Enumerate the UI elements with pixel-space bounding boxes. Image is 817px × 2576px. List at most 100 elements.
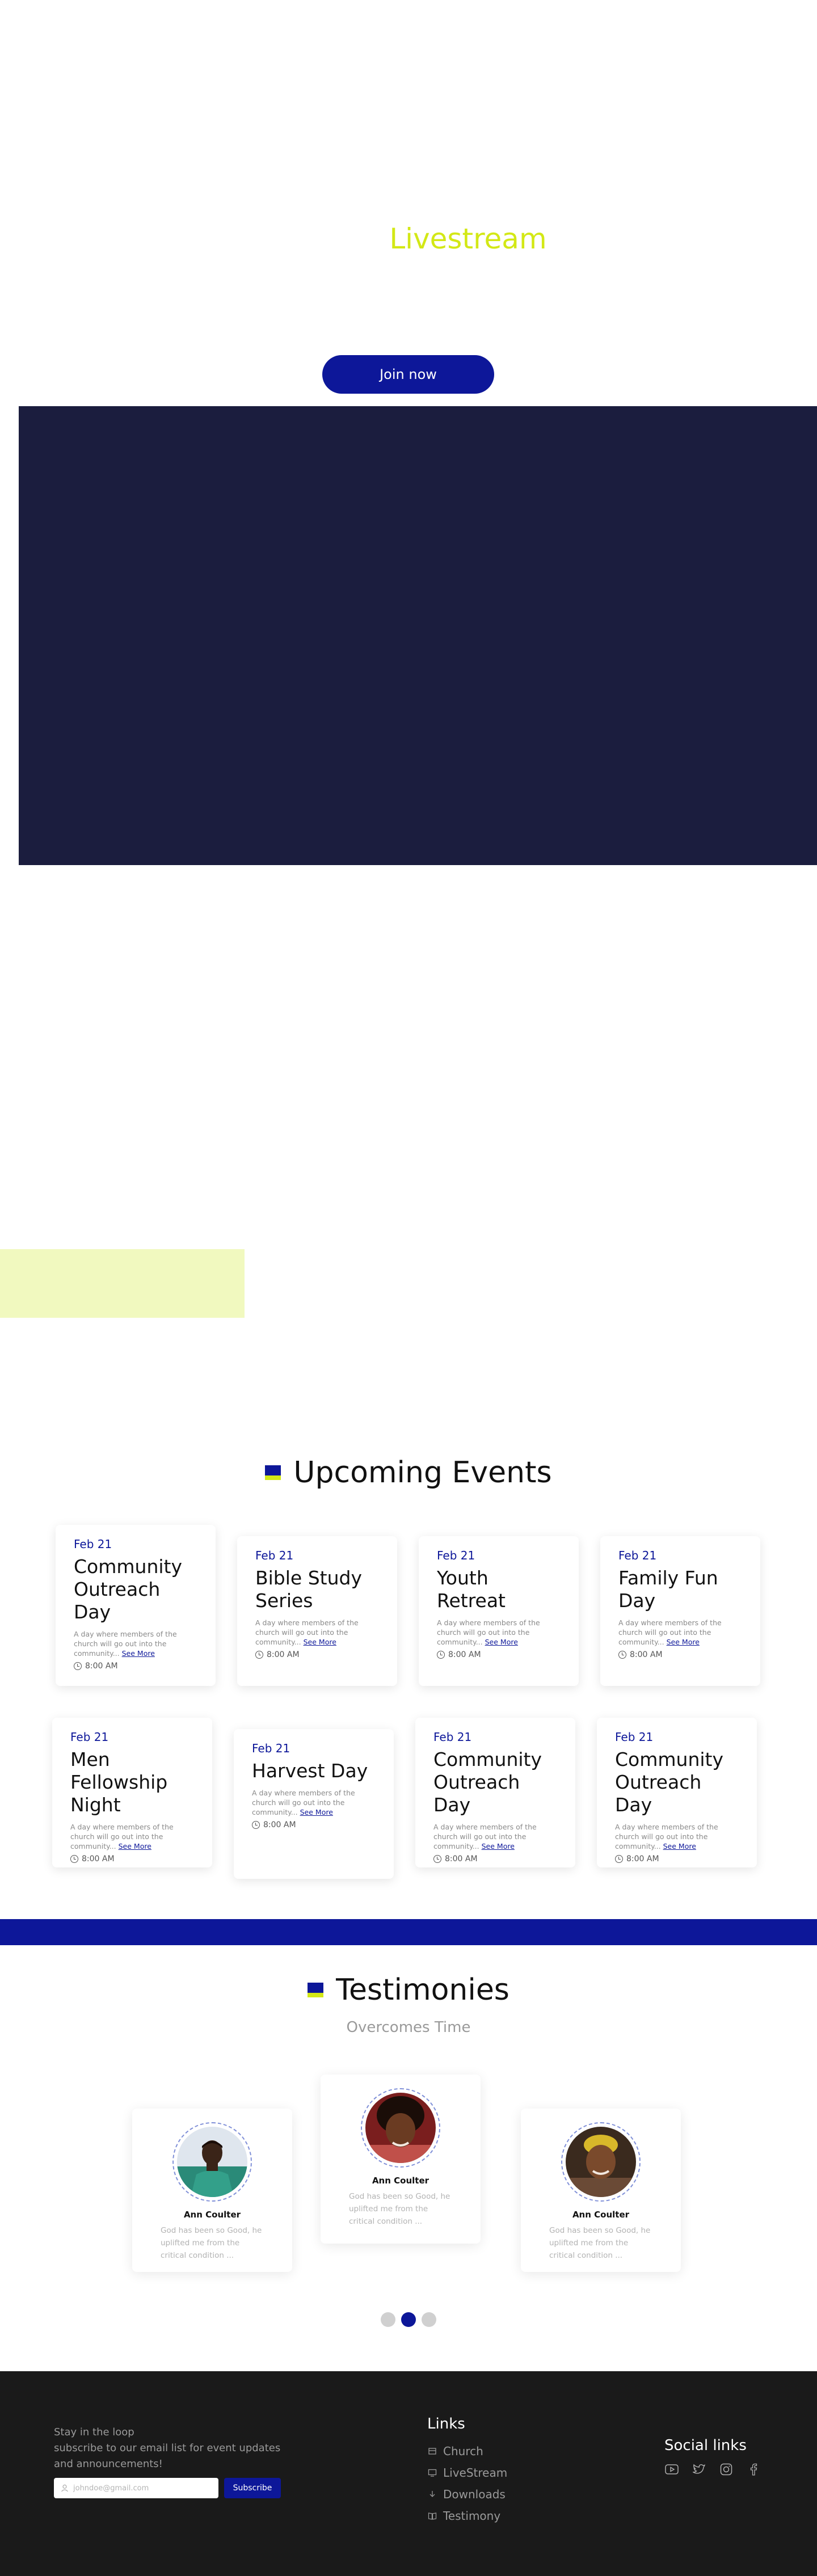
person-avatar-icon <box>365 2093 436 2163</box>
email-field-wrapper[interactable] <box>54 2478 218 2498</box>
event-title: Community Outreach Day <box>433 1748 542 1816</box>
clock-icon <box>70 1855 78 1863</box>
event-date: Feb 21 <box>70 1730 109 1744</box>
event-time-text: 8:00 AM <box>448 1650 481 1659</box>
social-links: Social links <box>664 2437 761 2477</box>
footer: Stay in the loop subscribe to our email … <box>0 2371 817 2576</box>
twitter-icon[interactable] <box>692 2462 706 2477</box>
event-time: 8:00 AM <box>437 1650 561 1659</box>
download-icon <box>427 2489 437 2499</box>
testimony-name: Ann Coulter <box>183 2210 241 2220</box>
clock-icon <box>615 1855 623 1863</box>
event-time: 8:00 AM <box>618 1650 742 1659</box>
event-date: Feb 21 <box>433 1730 472 1744</box>
testimony-card: Ann Coulter God has been so Good, he upl… <box>132 2109 292 2272</box>
footer-link-label: Church <box>443 2444 483 2458</box>
clock-icon <box>255 1651 263 1659</box>
social-title: Social links <box>664 2437 747 2454</box>
event-time: 8:00 AM <box>255 1650 379 1659</box>
clock-icon <box>252 1821 260 1829</box>
person-avatar-icon <box>177 2127 247 2197</box>
hero-title: Livestream <box>389 222 547 255</box>
user-icon <box>61 2484 68 2492</box>
testimony-name: Ann Coulter <box>372 2176 429 2186</box>
footer-links: Links Church LiveStream Downloads Testim… <box>427 2415 507 2527</box>
event-time: 8:00 AM <box>433 1854 557 1864</box>
livestream-video-panel[interactable] <box>19 406 817 865</box>
event-description: A day where members of the church will g… <box>437 1618 561 1647</box>
event-card[interactable]: Feb 21 Community Outreach Day A day where … <box>597 1718 757 1867</box>
links-title: Links <box>427 2415 465 2432</box>
events-title: Upcoming Events <box>293 1456 552 1490</box>
testimonies-subtitle: Overcomes Time <box>346 2019 471 2036</box>
avatar <box>361 2088 440 2168</box>
person-avatar-icon <box>566 2127 636 2197</box>
clock-icon <box>618 1651 626 1659</box>
testimony-name: Ann Coulter <box>572 2210 630 2220</box>
book-icon <box>427 2511 437 2521</box>
church-icon <box>427 2446 437 2456</box>
event-time: 8:00 AM <box>252 1820 376 1829</box>
event-card[interactable]: Feb 21 Men Fellowship Night A day where me… <box>52 1718 212 1867</box>
youtube-icon[interactable] <box>664 2462 679 2477</box>
testimonies-header: Testimonies <box>0 1973 817 2007</box>
event-date: Feb 21 <box>252 1742 290 1755</box>
event-time-text: 8:00 AM <box>85 1662 118 1671</box>
see-more-link[interactable]: See More <box>482 1842 515 1850</box>
event-date: Feb 21 <box>255 1549 294 1562</box>
footer-link-label: LiveStream <box>443 2466 508 2480</box>
join-now-button[interactable]: Join now <box>322 355 494 394</box>
carousel-dot[interactable] <box>422 2312 436 2327</box>
see-more-link[interactable]: See More <box>304 1638 336 1646</box>
event-description: A day where members of the church will g… <box>255 1618 379 1647</box>
event-description: A day where members of the church will g… <box>618 1618 742 1647</box>
event-card[interactable]: Feb 21 Harvest Day A day where members of … <box>234 1729 394 1879</box>
event-card[interactable]: Feb 21 Community Outreach Day A day where … <box>415 1718 575 1867</box>
see-more-link[interactable]: See More <box>119 1842 151 1850</box>
newsletter-text: Stay in the loop subscribe to our email … <box>54 2425 292 2472</box>
instagram-icon[interactable] <box>719 2462 734 2477</box>
event-title: Youth Retreat <box>437 1567 506 1612</box>
newsletter-form: Subscribe <box>54 2478 281 2498</box>
facebook-icon[interactable] <box>746 2462 761 2477</box>
avatar <box>561 2122 641 2202</box>
carousel-dot-active[interactable] <box>401 2312 416 2327</box>
see-more-link[interactable]: See More <box>485 1638 518 1646</box>
event-card[interactable]: Feb 21 Youth Retreat A day where members o… <box>419 1536 579 1686</box>
carousel-dots <box>0 2312 817 2327</box>
clock-icon <box>437 1651 445 1659</box>
see-more-link[interactable]: See More <box>122 1649 155 1658</box>
testimony-text: God has been so Good, he uplifted me fro… <box>349 2192 450 2226</box>
see-more-link[interactable]: See More <box>663 1842 696 1850</box>
email-field[interactable] <box>73 2484 209 2493</box>
event-time: 8:00 AM <box>615 1854 739 1864</box>
testimony-text: God has been so Good, he uplifted me fro… <box>549 2226 651 2260</box>
testimony-card: Ann Coulter God has been so Good, he upl… <box>321 2075 481 2244</box>
event-card[interactable]: Feb 21 Family Fun Day A day where members … <box>600 1536 760 1686</box>
flag-icon <box>308 1983 324 1997</box>
newsletter-heading: Stay in the loop <box>54 2426 134 2438</box>
event-time: 8:00 AM <box>70 1854 194 1864</box>
event-card[interactable]: Feb 21 Bible Study Series A day where memb… <box>237 1536 397 1686</box>
carousel-dot[interactable] <box>381 2312 395 2327</box>
footer-link-livestream[interactable]: LiveStream <box>427 2462 507 2484</box>
see-more-link[interactable]: See More <box>300 1808 333 1816</box>
event-description: A day where members of the church will g… <box>74 1629 197 1658</box>
footer-link-testimony[interactable]: Testimony <box>427 2505 507 2527</box>
event-date: Feb 21 <box>618 1549 657 1562</box>
event-card[interactable]: Feb 21 Community Outreach Day A day where … <box>56 1525 216 1686</box>
testimonies-title: Testimonies <box>336 1973 509 2007</box>
footer-link-church[interactable]: Church <box>427 2440 507 2462</box>
event-date: Feb 21 <box>437 1549 475 1562</box>
footer-link-label: Testimony <box>443 2509 501 2523</box>
event-title: Men Fellowship Night <box>70 1748 168 1816</box>
event-title: Bible Study Series <box>255 1567 362 1612</box>
event-time-text: 8:00 AM <box>263 1820 296 1829</box>
testimony-text: God has been so Good, he uplifted me fro… <box>161 2226 262 2260</box>
subscribe-button[interactable]: Subscribe <box>224 2478 281 2498</box>
see-more-link[interactable]: See More <box>667 1638 700 1646</box>
footer-link-downloads[interactable]: Downloads <box>427 2484 507 2505</box>
event-time-text: 8:00 AM <box>267 1650 300 1659</box>
testimony-card: Ann Coulter God has been so Good, he upl… <box>521 2109 681 2272</box>
events-header: Upcoming Events <box>0 1456 817 1490</box>
